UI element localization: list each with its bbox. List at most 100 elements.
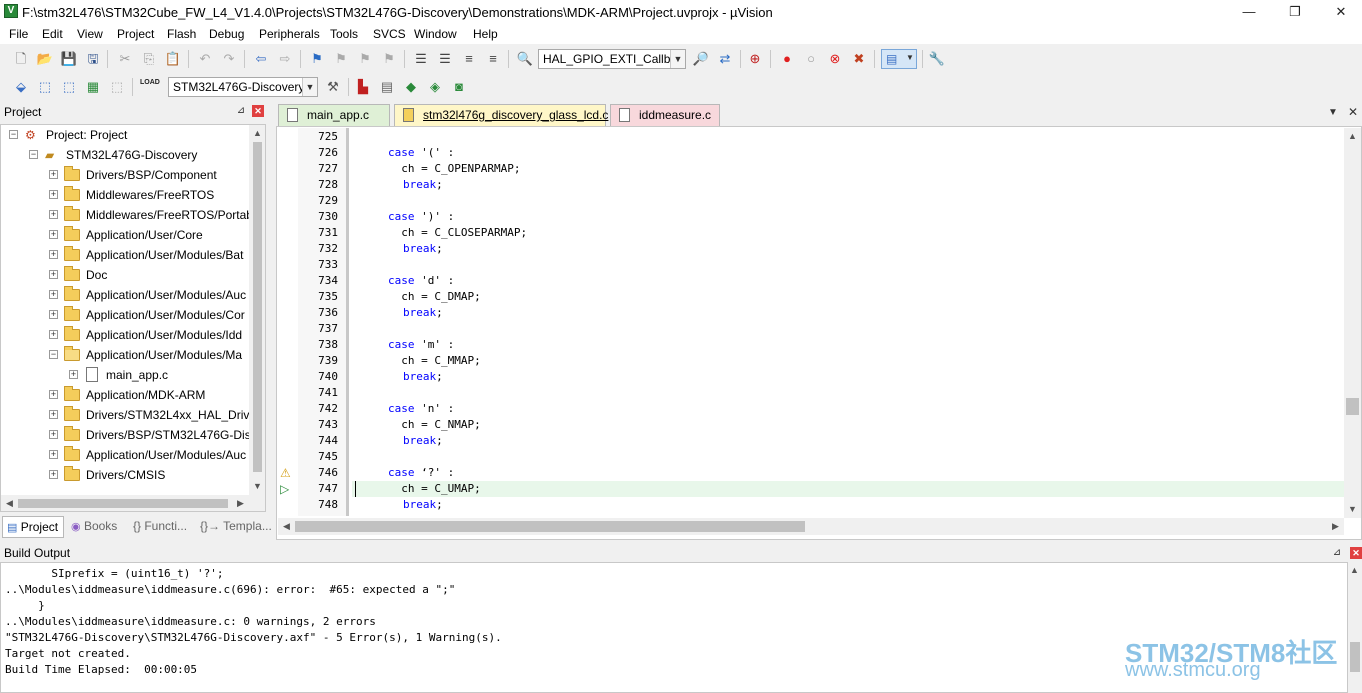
pin-icon[interactable]: ⊿ bbox=[234, 104, 248, 118]
tree-group[interactable]: + Application/User/Core bbox=[1, 225, 251, 245]
chevron-down-icon[interactable]: ▼ bbox=[302, 78, 317, 96]
tree-group[interactable]: + Middlewares/FreeRTOS bbox=[1, 185, 251, 205]
cut-icon[interactable]: ✂ bbox=[116, 50, 134, 68]
scroll-thumb[interactable] bbox=[1350, 642, 1360, 672]
disable-breakpoints-icon[interactable]: ⊗ bbox=[826, 50, 844, 68]
tree-horizontal-scrollbar[interactable]: ◀ ▶ bbox=[1, 495, 265, 511]
rebuild-icon[interactable]: ⬚ bbox=[60, 78, 78, 96]
navigate-forward-icon[interactable]: ⇨ bbox=[276, 50, 294, 68]
incremental-find-icon[interactable]: ⇄ bbox=[716, 50, 734, 68]
build-icon[interactable]: ⬚ bbox=[36, 78, 54, 96]
kill-breakpoints-icon[interactable]: ✖ bbox=[850, 50, 868, 68]
editor-horizontal-scrollbar[interactable]: ◀ ▶ bbox=[278, 518, 1344, 535]
tab-iddmeasure[interactable]: iddmeasure.c bbox=[610, 104, 720, 126]
window-layout-button[interactable]: ▤ ▼ bbox=[881, 49, 917, 69]
scroll-left-icon[interactable]: ◀ bbox=[1, 495, 18, 511]
scroll-right-icon[interactable]: ▶ bbox=[232, 495, 249, 511]
download-icon[interactable]: LOAD bbox=[140, 78, 160, 96]
bookmark-icon[interactable]: ⚑ bbox=[308, 50, 326, 68]
collapse-icon[interactable]: − bbox=[29, 150, 38, 159]
manage-components-icon[interactable]: ◙ bbox=[450, 78, 468, 96]
configure-icon[interactable]: 🔧 bbox=[928, 50, 946, 68]
indent-icon[interactable]: ☰ bbox=[412, 50, 430, 68]
scroll-up-icon[interactable]: ▲ bbox=[1346, 562, 1362, 579]
translate-icon[interactable]: ⬙ bbox=[12, 78, 30, 96]
expand-icon[interactable]: + bbox=[49, 450, 58, 459]
clear-bookmarks-icon[interactable]: ⚑ bbox=[380, 50, 398, 68]
expand-icon[interactable]: + bbox=[49, 390, 58, 399]
tree-group[interactable]: + Middlewares/FreeRTOS/Portabl bbox=[1, 205, 256, 225]
scroll-right-icon[interactable]: ▶ bbox=[1327, 518, 1344, 535]
expand-icon[interactable]: + bbox=[49, 470, 58, 479]
stop-build-icon[interactable]: ⬚ bbox=[108, 78, 126, 96]
batch-build-icon[interactable]: ▦ bbox=[84, 78, 102, 96]
menu-flash[interactable]: Flash bbox=[167, 27, 196, 41]
save-all-icon[interactable]: 🖫 bbox=[84, 50, 102, 68]
scroll-thumb[interactable] bbox=[295, 521, 805, 532]
start-debug-icon[interactable]: ⊕ bbox=[746, 50, 764, 68]
tree-group[interactable]: + Drivers/STM32L4xx_HAL_Driver bbox=[1, 405, 260, 425]
tree-root[interactable]: − ⚙ Project: Project bbox=[1, 125, 251, 145]
tree-group[interactable]: + Application/User/Modules/Auc bbox=[1, 445, 251, 465]
insert-breakpoint-icon[interactable]: ● bbox=[778, 50, 796, 68]
scroll-left-icon[interactable]: ◀ bbox=[278, 518, 295, 535]
expand-icon[interactable]: + bbox=[49, 290, 58, 299]
minimize-button[interactable]: — bbox=[1226, 0, 1272, 24]
tab-list-chevron-icon[interactable]: ▼ bbox=[1328, 107, 1338, 118]
pack-installer-icon[interactable]: ◈ bbox=[426, 78, 444, 96]
menu-edit[interactable]: Edit bbox=[42, 27, 63, 41]
tree-group[interactable]: + Application/User/Modules/Bat bbox=[1, 245, 251, 265]
scroll-thumb[interactable] bbox=[18, 499, 228, 508]
menu-view[interactable]: View bbox=[77, 27, 103, 41]
menu-file[interactable]: File bbox=[9, 27, 28, 41]
scroll-down-icon[interactable]: ▼ bbox=[249, 478, 265, 495]
tab-functions[interactable]: {} Functi... bbox=[129, 516, 195, 538]
collapse-icon[interactable]: − bbox=[49, 350, 58, 359]
comment-icon[interactable]: ≡ bbox=[460, 50, 478, 68]
tab-glass-lcd[interactable]: stm32l476g_discovery_glass_lcd.c bbox=[394, 104, 608, 126]
tree-group[interactable]: + Application/MDK-ARM bbox=[1, 385, 251, 405]
expand-icon[interactable]: + bbox=[49, 250, 58, 259]
redo-icon[interactable]: ↷ bbox=[220, 50, 238, 68]
output-vertical-scrollbar[interactable]: ▲ bbox=[1348, 562, 1362, 693]
enable-breakpoint-icon[interactable]: ○ bbox=[802, 50, 820, 68]
unindent-icon[interactable]: ☰ bbox=[436, 50, 454, 68]
target-options-icon[interactable]: ⚒ bbox=[324, 78, 342, 96]
chevron-down-icon[interactable]: ▼ bbox=[670, 50, 685, 68]
find-icon[interactable]: 🔎 bbox=[692, 50, 710, 68]
menu-window[interactable]: Window bbox=[414, 27, 457, 41]
tree-group[interactable]: + Drivers/BSP/STM32L476G-Disc bbox=[1, 425, 257, 445]
tree-group[interactable]: − Application/User/Modules/Ma bbox=[1, 345, 251, 365]
target-combo[interactable]: STM32L476G-Discovery ▼ bbox=[168, 77, 318, 97]
tree-group[interactable]: + Application/User/Modules/Idd bbox=[1, 325, 251, 345]
navigate-back-icon[interactable]: ⇦ bbox=[252, 50, 270, 68]
menu-tools[interactable]: Tools bbox=[330, 27, 358, 41]
copy-icon[interactable]: ⎘ bbox=[140, 50, 158, 68]
tree-group[interactable]: + Application/User/Modules/Auc bbox=[1, 285, 251, 305]
tree-vertical-scrollbar[interactable]: ▲ ▼ bbox=[249, 125, 265, 495]
save-icon[interactable]: 💾 bbox=[60, 50, 78, 68]
tree-file[interactable]: + main_app.c bbox=[1, 365, 251, 385]
close-icon[interactable]: ✕ bbox=[1350, 547, 1362, 559]
prev-bookmark-icon[interactable]: ⚑ bbox=[332, 50, 350, 68]
editor-vertical-scrollbar[interactable]: ▲ ▼ bbox=[1344, 128, 1361, 518]
scroll-down-icon[interactable]: ▼ bbox=[1344, 501, 1361, 518]
expand-icon[interactable]: + bbox=[49, 430, 58, 439]
find-in-files-icon[interactable]: 🔍 bbox=[516, 50, 534, 68]
new-file-icon[interactable]: 🗋 bbox=[12, 50, 30, 68]
expand-icon[interactable]: + bbox=[49, 210, 58, 219]
collapse-icon[interactable]: − bbox=[9, 130, 18, 139]
tree-group[interactable]: + Drivers/CMSIS bbox=[1, 465, 251, 485]
editor-gutter[interactable] bbox=[278, 128, 298, 516]
tree-group[interactable]: + Drivers/BSP/Component bbox=[1, 165, 251, 185]
tab-books[interactable]: ◉ Books bbox=[67, 516, 127, 538]
expand-icon[interactable]: + bbox=[49, 170, 58, 179]
pin-icon[interactable]: ⊿ bbox=[1330, 546, 1344, 560]
tree-group[interactable]: + Application/User/Modules/Cor bbox=[1, 305, 251, 325]
maximize-button[interactable]: ❐ bbox=[1272, 0, 1318, 24]
paste-icon[interactable]: 📋 bbox=[164, 50, 182, 68]
manage-runtime-icon[interactable]: ▤ bbox=[378, 78, 396, 96]
expand-icon[interactable]: + bbox=[49, 410, 58, 419]
tab-project[interactable]: ▤ Project bbox=[2, 516, 64, 538]
select-packs-icon[interactable]: ◆ bbox=[402, 78, 420, 96]
